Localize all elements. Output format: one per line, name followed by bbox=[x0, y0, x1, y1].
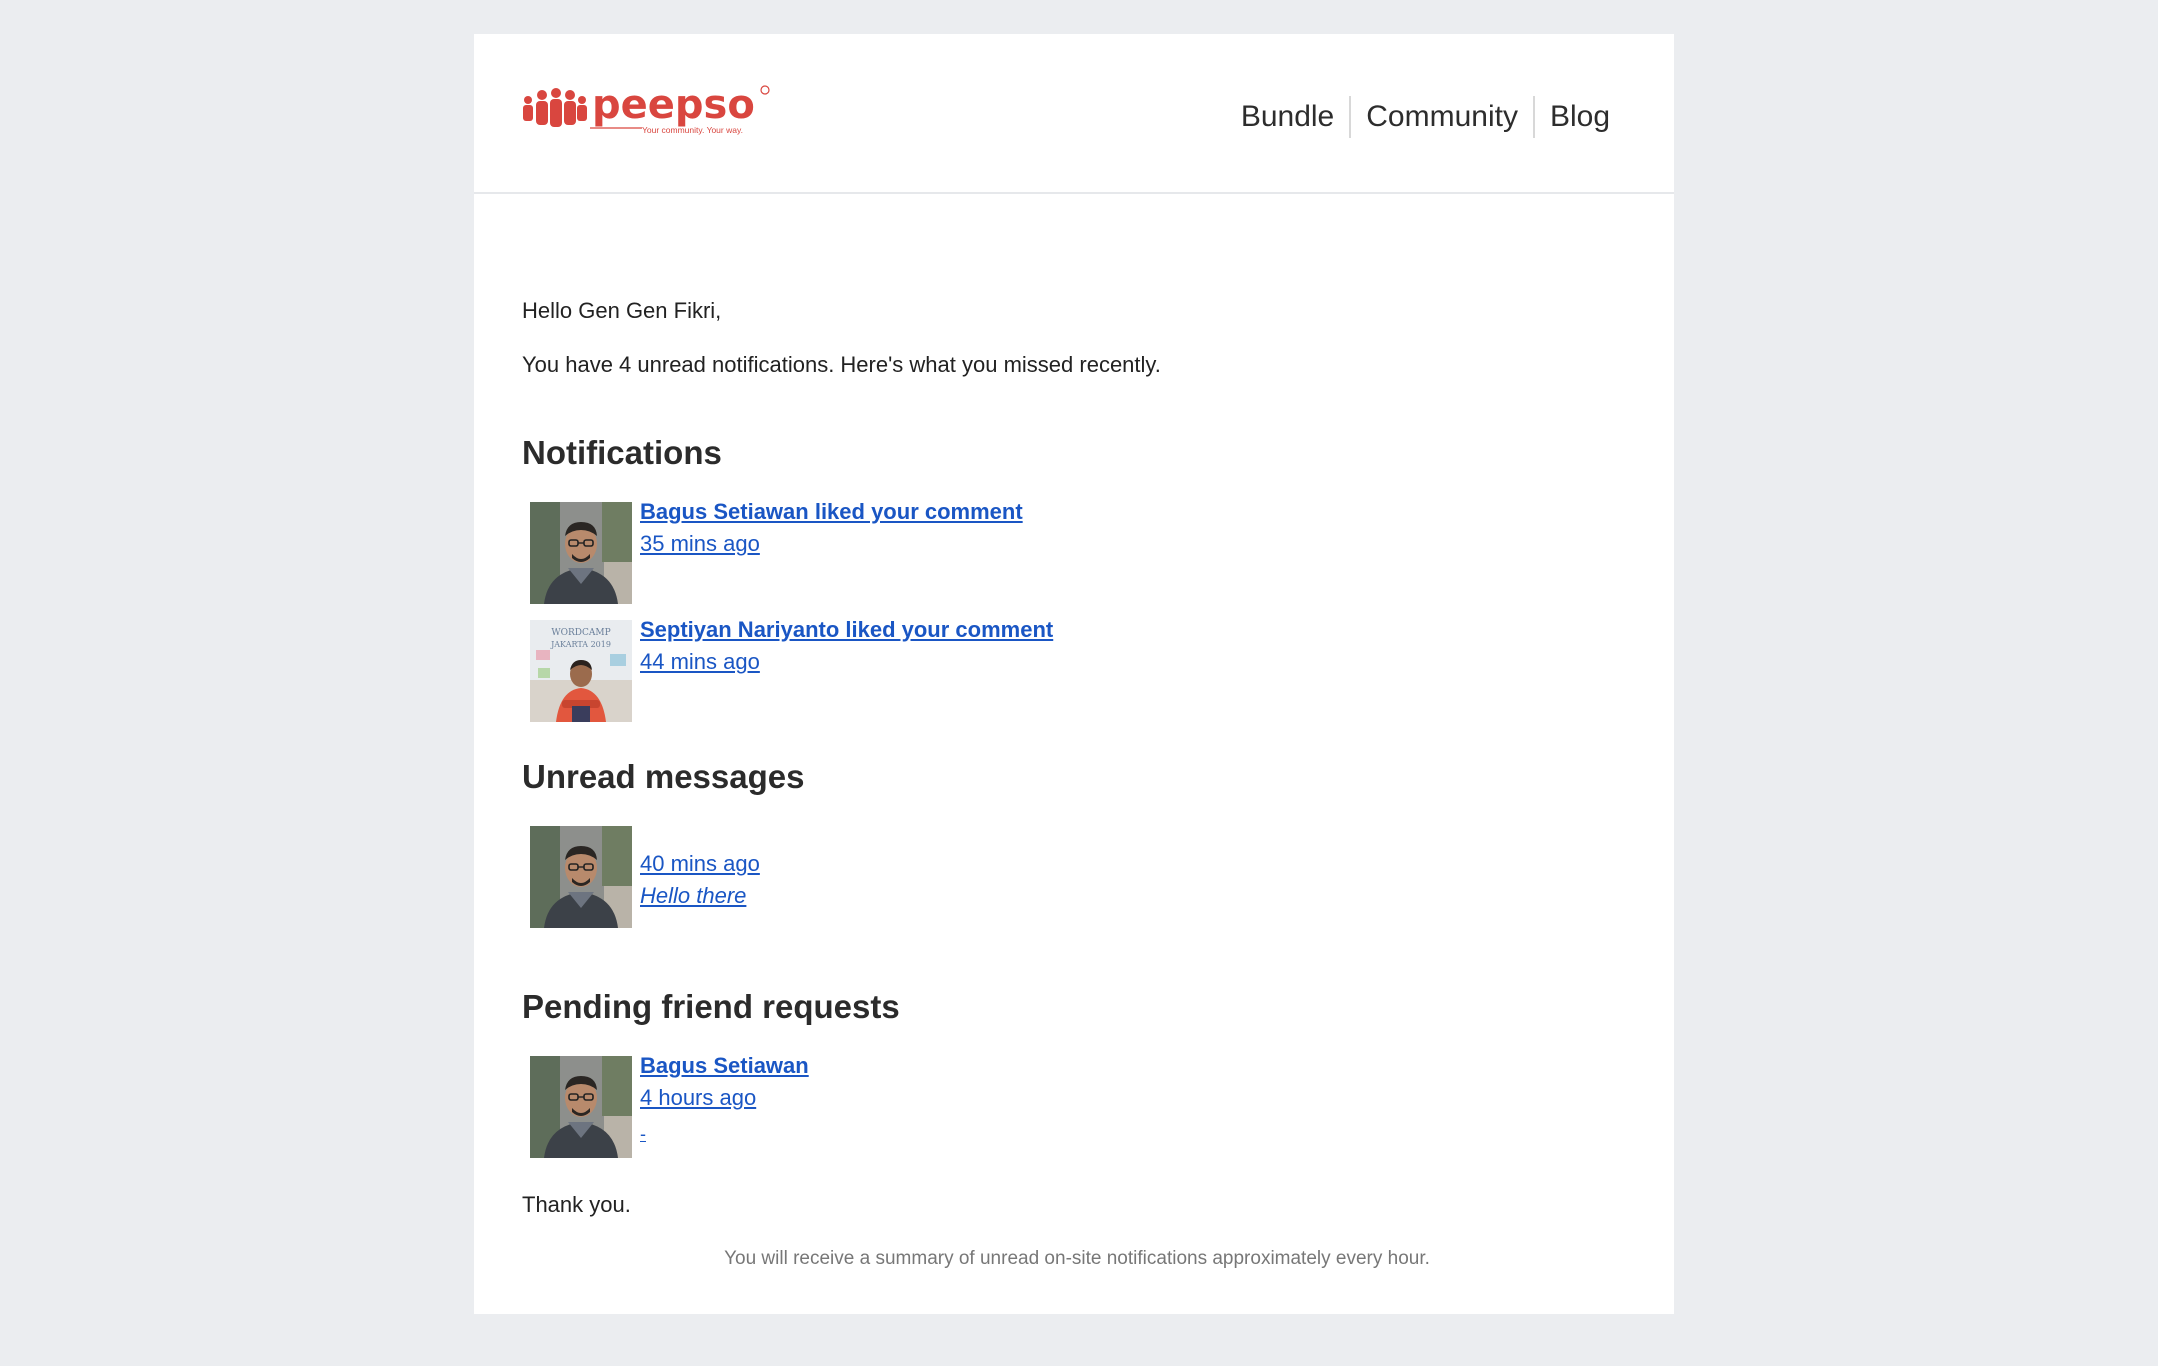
friend-request-name-link[interactable]: Bagus Setiawan bbox=[640, 1050, 809, 1082]
brand-tagline: Your community. Your way. bbox=[642, 125, 743, 135]
notification-text-block: Bagus Setiawan liked your comment 35 min… bbox=[640, 496, 1023, 560]
avatar-photo-icon bbox=[530, 1056, 632, 1158]
intro-text: You have 4 unread notifications. Here's … bbox=[522, 352, 1161, 377]
message-preview-link[interactable]: Hello there bbox=[640, 880, 760, 912]
svg-text:JAKARTA 2019: JAKARTA 2019 bbox=[550, 640, 611, 649]
unread-messages-heading: Unread messages bbox=[522, 758, 805, 795]
avatar-photo-icon bbox=[530, 826, 632, 928]
wordcamp-jakarta-avatar[interactable]: WORDCAMP JAKARTA 2019 bbox=[530, 620, 632, 722]
footer-note: You will receive a summary of unread on-… bbox=[724, 1248, 1430, 1269]
avatar-photo-icon bbox=[530, 502, 632, 604]
man-with-glasses-avatar[interactable] bbox=[530, 502, 632, 604]
greeting-text: Hello Gen Gen Fikri, bbox=[522, 298, 722, 323]
notification-link[interactable]: Septiyan Nariyanto liked your comment bbox=[640, 614, 1053, 646]
brand-wordmark: peepso bbox=[592, 82, 755, 128]
header-nav: Bundle Community Blog bbox=[1226, 96, 1610, 138]
nav-link-bundle[interactable]: Bundle bbox=[1226, 96, 1349, 138]
avatar-photo-icon: WORDCAMP JAKARTA 2019 bbox=[530, 620, 632, 722]
friend-request-text-block: Bagus Setiawan 4 hours ago - bbox=[640, 1050, 809, 1154]
email-card: peepso Your community. Your way. Bundle … bbox=[474, 34, 1674, 1314]
thanks-text: Thank you. bbox=[522, 1192, 631, 1217]
svg-text:WORDCAMP: WORDCAMP bbox=[551, 628, 610, 638]
peepso-logo[interactable]: peepso Your community. Your way. bbox=[522, 80, 782, 140]
notification-link[interactable]: Bagus Setiawan liked your comment bbox=[640, 496, 1023, 528]
message-text-block: 40 mins ago Hello there bbox=[640, 848, 760, 912]
man-with-glasses-avatar[interactable] bbox=[530, 1056, 632, 1158]
peepso-logo-icon: peepso Your community. Your way. bbox=[523, 82, 770, 135]
message-time-link[interactable]: 40 mins ago bbox=[640, 848, 760, 880]
email-header: peepso Your community. Your way. Bundle … bbox=[474, 34, 1674, 194]
nav-link-blog[interactable]: Blog bbox=[1535, 96, 1610, 138]
notification-time-link[interactable]: 44 mins ago bbox=[640, 646, 1053, 678]
notification-text-block: Septiyan Nariyanto liked your comment 44… bbox=[640, 614, 1053, 678]
friend-request-time-link[interactable]: 4 hours ago bbox=[640, 1082, 809, 1114]
notifications-heading: Notifications bbox=[522, 434, 722, 471]
friend-requests-heading: Pending friend requests bbox=[522, 988, 900, 1025]
nav-link-community[interactable]: Community bbox=[1351, 96, 1533, 138]
notification-time-link[interactable]: 35 mins ago bbox=[640, 528, 1023, 560]
man-with-glasses-avatar[interactable] bbox=[530, 826, 632, 928]
friend-request-extra-link[interactable]: - bbox=[640, 1114, 809, 1154]
